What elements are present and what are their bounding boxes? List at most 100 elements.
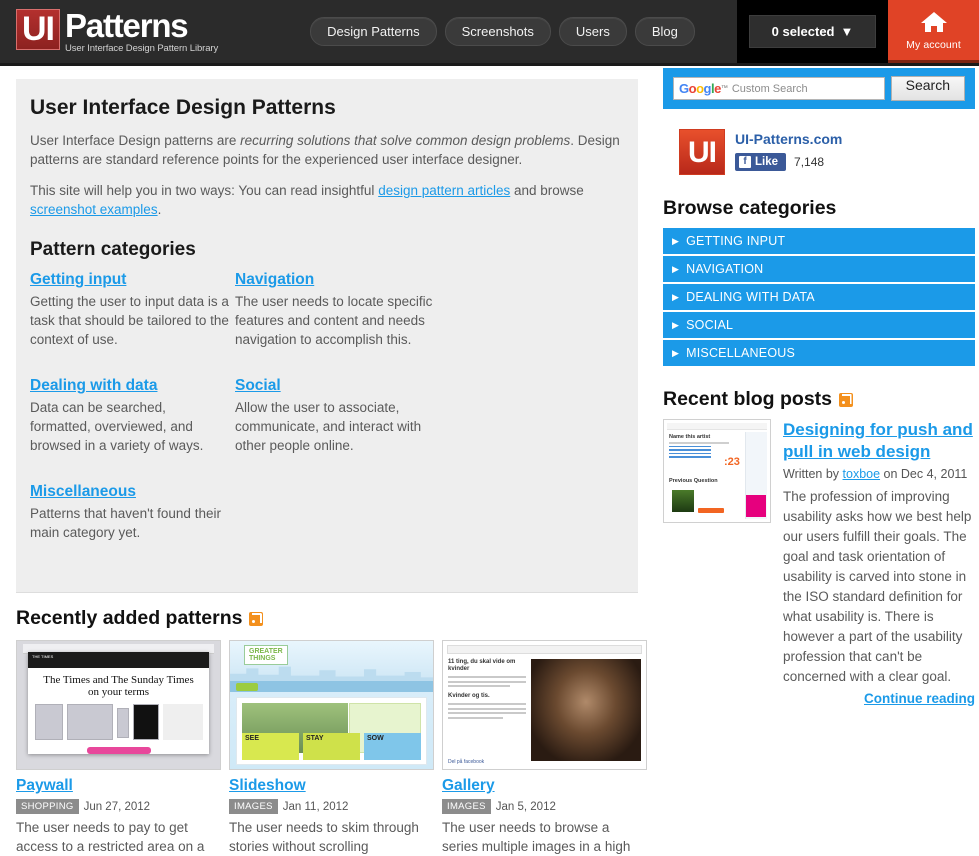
facebook-like-box: UI UI-Patterns.com f Like 7,148 [679, 129, 979, 175]
screenshot-examples-link[interactable]: screenshot examples [30, 202, 158, 217]
facebook-page-name[interactable]: UI-Patterns.com [735, 131, 842, 147]
search-button[interactable]: Search [890, 76, 965, 101]
category-link-getting-input[interactable]: Getting input [30, 271, 126, 288]
search-bar: Google ™ Custom Search Search [663, 68, 975, 109]
browse-label-navigation: NAVIGATION [686, 262, 764, 276]
my-account-button[interactable]: My account [888, 0, 979, 63]
nav-item-users[interactable]: Users [558, 17, 627, 46]
pattern-desc-gallery: The user needs to browse a series multip… [442, 820, 631, 854]
google-logo: Google [679, 81, 721, 96]
category-desc-navigation: The user needs to locate specific featur… [235, 294, 433, 347]
page-title: User Interface Design Patterns [30, 96, 336, 119]
pattern-thumbnail-slideshow[interactable]: GREATER THINGS SEE STAY SOW [229, 640, 434, 770]
chevron-right-icon: ▶ [672, 291, 680, 302]
rss-icon[interactable] [249, 611, 264, 626]
pattern-tag-images-slideshow[interactable]: IMAGES [229, 799, 278, 814]
browse-item-getting-input[interactable]: ▶ GETTING INPUT [663, 228, 975, 254]
pattern-categories-heading: Pattern categories [30, 239, 196, 260]
pattern-tag-images-gallery[interactable]: IMAGES [442, 799, 491, 814]
category-link-social[interactable]: Social [235, 377, 281, 394]
facebook-like-label: Like [755, 156, 779, 168]
my-account-label: My account [906, 38, 961, 51]
facebook-like-count: 7,148 [794, 155, 825, 169]
blog-post: Name this artist :23 Previous Question D… [663, 419, 979, 687]
browse-label-miscellaneous: MISCELLANEOUS [686, 346, 796, 360]
logo-tagline: User Interface Design Pattern Library [65, 43, 219, 54]
pattern-link-slideshow[interactable]: Slideshow [229, 777, 306, 794]
browse-item-social[interactable]: ▶ SOCIAL [663, 312, 975, 338]
pattern-thumbnail-paywall[interactable]: THE TIMES The Times and The Sunday Times… [16, 640, 221, 770]
browse-categories-heading: Browse categories [663, 197, 837, 219]
chevron-right-icon: ▶ [672, 347, 680, 358]
pattern-thumbnail-gallery[interactable]: 11 ting, du skal vide om kvinder Kvinder… [442, 640, 647, 770]
category-card-navigation: Navigation The user needs to locate spec… [235, 271, 440, 361]
main-column: User Interface Design Patterns User Inte… [0, 66, 647, 856]
primary-nav: Design Patterns Screenshots Users Blog [310, 17, 695, 46]
pattern-meta-paywall: SHOPPING Jun 27, 2012 [16, 799, 221, 814]
intro-panel: User Interface Design Patterns User Inte… [16, 79, 638, 593]
nav-item-screenshots[interactable]: Screenshots [444, 17, 551, 46]
facebook-icon: f [739, 156, 751, 168]
search-placeholder: Custom Search [731, 82, 808, 95]
blog-post-title-link[interactable]: Designing for push and pull in web desig… [783, 420, 973, 461]
browse-item-navigation[interactable]: ▶ NAVIGATION [663, 256, 975, 282]
intro-p1-text-a: User Interface Design patterns are [30, 133, 241, 148]
blog-post-thumbnail[interactable]: Name this artist :23 Previous Question [663, 419, 771, 523]
facebook-like-button[interactable]: f Like [735, 153, 787, 171]
browse-label-social: SOCIAL [686, 318, 734, 332]
intro-p1-emphasis: recurring solutions that solve common de… [240, 133, 571, 148]
continue-reading-link[interactable]: Continue reading [864, 691, 975, 706]
page-body: User Interface Design Patterns User Inte… [0, 66, 979, 856]
logo-mark: UI [16, 9, 60, 50]
category-link-navigation[interactable]: Navigation [235, 271, 314, 288]
pattern-date-paywall: Jun 27, 2012 [83, 800, 151, 813]
site-header: UI Patterns User Interface Design Patter… [0, 0, 979, 66]
rss-icon[interactable] [839, 392, 854, 407]
blog-author-link[interactable]: toxboe [843, 467, 881, 481]
pattern-meta-gallery: IMAGES Jan 5, 2012 [442, 799, 647, 814]
search-input[interactable]: Google ™ Custom Search [673, 77, 885, 100]
home-icon [919, 10, 949, 37]
category-desc-dealing-with-data: Data can be searched, formatted, overvie… [30, 400, 204, 453]
blog-post-byline: Written by toxboe on Dec 4, 2011 [783, 467, 975, 481]
category-card-dealing-with-data: Dealing with data Data can be searched, … [30, 377, 235, 467]
facebook-like-row: f Like 7,148 [735, 153, 842, 171]
nav-item-design-patterns[interactable]: Design Patterns [310, 17, 437, 46]
recent-blog-posts-heading-row: Recent blog posts [663, 388, 979, 411]
recently-added-section: Recently added patterns THE TIMES The Ti… [16, 607, 647, 856]
intro-paragraph-2: This site will help you in two ways: You… [30, 181, 620, 219]
design-pattern-articles-link[interactable]: design pattern articles [378, 183, 510, 198]
intro-p2-text-b: and browse [510, 183, 584, 198]
category-card-social: Social Allow the user to associate, comm… [235, 377, 440, 467]
recently-added-heading-row: Recently added patterns [16, 607, 646, 630]
site-logo[interactable]: UI Patterns User Interface Design Patter… [16, 9, 218, 54]
nav-item-blog[interactable]: Blog [634, 17, 695, 46]
selected-dropdown[interactable]: 0 selected ▼ [748, 15, 877, 48]
browse-item-miscellaneous[interactable]: ▶ MISCELLANEOUS [663, 340, 975, 366]
browse-label-getting-input: GETTING INPUT [686, 234, 786, 248]
category-link-dealing-with-data[interactable]: Dealing with data [30, 377, 157, 394]
pattern-meta-slideshow: IMAGES Jan 11, 2012 [229, 799, 434, 814]
pattern-tag-shopping[interactable]: SHOPPING [16, 799, 79, 814]
recent-blog-posts-heading: Recent blog posts [663, 388, 833, 410]
chevron-right-icon: ▶ [672, 235, 680, 246]
pattern-card-gallery: 11 ting, du skal vide om kvinder Kvinder… [442, 640, 647, 856]
pattern-link-paywall[interactable]: Paywall [16, 777, 73, 794]
blog-post-excerpt: The profession of improving usability as… [783, 489, 972, 684]
intro-paragraph-1: User Interface Design patterns are recur… [30, 131, 620, 169]
category-desc-getting-input: Getting the user to input data is a task… [30, 294, 229, 347]
selection-zone: 0 selected ▼ [737, 0, 888, 63]
pattern-card-slideshow: GREATER THINGS SEE STAY SOW Slideshow IM… [229, 640, 434, 856]
category-card-miscellaneous: Miscellaneous Patterns that haven't foun… [30, 483, 235, 554]
pattern-desc-paywall: The user needs to pay to get access to a… [16, 820, 205, 854]
browse-item-dealing-with-data[interactable]: ▶ DEALING WITH DATA [663, 284, 975, 310]
trademark-glyph: ™ [720, 85, 728, 92]
category-link-miscellaneous[interactable]: Miscellaneous [30, 483, 136, 500]
byline-prefix: Written by [783, 467, 843, 481]
pattern-link-gallery[interactable]: Gallery [442, 777, 495, 794]
logo-wordmark: Patterns [65, 7, 189, 44]
intro-p2-text-a: This site will help you in two ways: You… [30, 183, 379, 198]
chevron-right-icon: ▶ [672, 263, 680, 274]
pattern-date-gallery: Jan 5, 2012 [495, 800, 556, 813]
byline-suffix: on Dec 4, 2011 [880, 467, 968, 481]
